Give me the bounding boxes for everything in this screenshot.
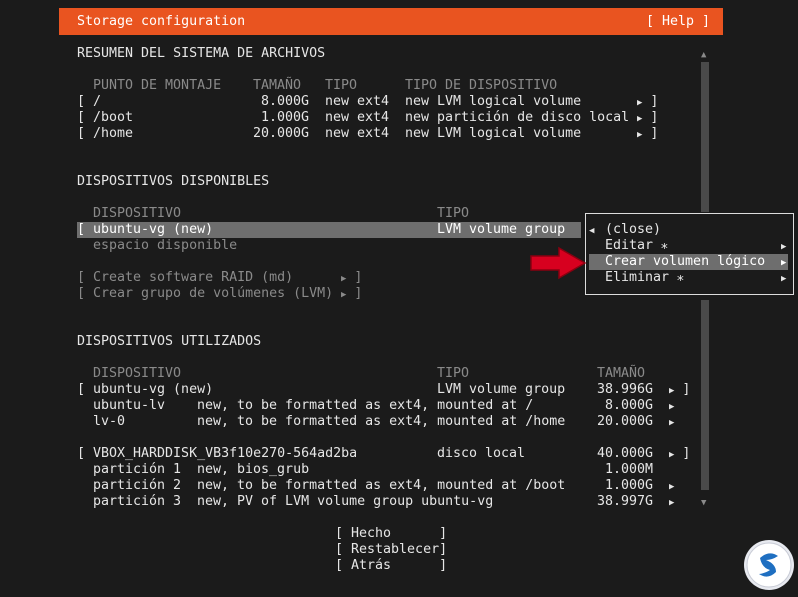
- arrow-right-icon: ▶: [781, 274, 787, 284]
- arrow-right-icon: ▶ ]: [341, 286, 363, 301]
- fs-device-type: new partición de disco local: [405, 110, 630, 125]
- used-device-name: VBOX_HARDDISK_VB3f10e270-564ad2ba: [93, 446, 358, 461]
- bracket-open: [: [77, 382, 86, 397]
- available-device-type: LVM volume group: [437, 222, 566, 237]
- done-label: Hecho: [351, 526, 392, 541]
- fs-type: new ext4: [325, 110, 390, 125]
- used-device-size: 40.000G: [597, 446, 654, 461]
- menu-item-label: (close): [605, 222, 662, 237]
- filesystem-summary-heading: RESUMEN DEL SISTEMA DE ARCHIVOS: [77, 46, 326, 61]
- row-action-arrow-icon[interactable]: ▶: [669, 414, 674, 430]
- row-action-arrow-icon[interactable]: ▶: [669, 398, 674, 414]
- menu-item-label: Crear volumen lógico: [605, 254, 766, 269]
- child-desc: new, to be formatted as ext4, mounted at…: [197, 414, 566, 429]
- row-action-arrow-icon[interactable]: ▶ ]: [637, 110, 658, 126]
- menu-item-label: Eliminar ⁎: [605, 270, 684, 285]
- used-device-name: ubuntu-vg (new): [93, 382, 214, 397]
- fs-size: 1.000G: [261, 110, 310, 125]
- done-button[interactable]: [ Hecho ]: [335, 526, 447, 542]
- installer-screen: Storage configuration [ Help ] RESUMEN D…: [0, 0, 798, 597]
- child-name: partición 1: [93, 462, 182, 477]
- row-action-arrow-icon[interactable]: ▶ ]: [637, 126, 658, 142]
- page-title: Storage configuration: [77, 14, 246, 29]
- child-desc: new, to be formatted as ext4, mounted at…: [197, 398, 534, 413]
- col-device: DISPOSITIVO: [93, 206, 182, 221]
- arrow-right-icon: ▶ ]: [341, 270, 363, 285]
- row-bracket-open: [: [77, 222, 86, 237]
- create-lvm-label: Crear grupo de volúmenes (LVM): [93, 286, 334, 301]
- logo-icon: [746, 542, 792, 588]
- left-arrow-icon: ◀: [589, 226, 595, 236]
- used-device-type: LVM volume group: [437, 382, 566, 397]
- menu-item-label: Editar ⁎: [605, 238, 668, 253]
- reset-button[interactable]: [ Restablecer]: [335, 542, 447, 558]
- col-device-type: TIPO DE DISPOSITIVO: [405, 78, 558, 93]
- child-desc: new, PV of LVM volume group ubuntu-vg: [197, 494, 494, 509]
- arrow-right-icon: ▶: [781, 242, 787, 252]
- child-size: 38.997G: [597, 494, 654, 509]
- used-devices-heading: DISPOSITIVOS UTILIZADOS: [77, 334, 262, 349]
- row-action-arrow-icon[interactable]: ▶ ]: [669, 382, 690, 398]
- child-desc: new, bios_grub: [197, 462, 310, 477]
- col-device: DISPOSITIVO: [93, 366, 182, 381]
- row-action-arrow-icon[interactable]: ▶: [669, 494, 674, 510]
- fs-type: new ext4: [325, 126, 390, 141]
- bracket-open: [: [77, 270, 86, 285]
- back-button[interactable]: [ Atrás ]: [335, 558, 447, 574]
- row-bracket-open: [: [77, 126, 86, 141]
- used-device-type: disco local: [437, 446, 526, 461]
- scrollbar-track-lower[interactable]: [701, 300, 709, 490]
- child-size: 20.000G: [597, 414, 654, 429]
- fs-mount: /boot: [93, 110, 134, 125]
- available-devices-heading: DISPOSITIVOS DISPONIBLES: [77, 174, 270, 189]
- bracket-open: [: [77, 446, 86, 461]
- col-type: TIPO: [437, 206, 470, 221]
- back-label: Atrás: [351, 558, 392, 573]
- child-name: partición 3: [93, 494, 182, 509]
- fs-size: 20.000G: [253, 126, 310, 141]
- help-button[interactable]: [ Help ]: [646, 14, 710, 30]
- child-name: partición 2: [93, 478, 182, 493]
- row-bracket-open: [: [77, 110, 86, 125]
- child-name: ubuntu-lv: [93, 398, 166, 413]
- child-name: lv-0: [93, 414, 126, 429]
- arrow-right-icon: ▶: [781, 258, 787, 268]
- reset-label: Restablecer: [351, 542, 440, 557]
- row-action-arrow-icon[interactable]: ▶ ]: [669, 446, 690, 462]
- col-mount-point: PUNTO DE MONTAJE: [93, 78, 222, 93]
- row-action-arrow-icon[interactable]: ▶: [669, 478, 674, 494]
- child-size: 1.000G: [605, 478, 654, 493]
- scroll-down-icon[interactable]: ▼: [701, 494, 706, 510]
- child-desc: new, to be formatted as ext4, mounted at…: [197, 478, 566, 493]
- used-device-size: 38.996G: [597, 382, 654, 397]
- scroll-up-icon[interactable]: ▲: [701, 46, 706, 62]
- scrollbar-track[interactable]: [701, 62, 709, 212]
- create-raid-label: Create software RAID (md): [93, 270, 294, 285]
- watermark-logo: [744, 540, 794, 590]
- col-size: TAMAÑO: [253, 78, 302, 93]
- fs-mount: /home: [93, 126, 134, 141]
- available-device-name: ubuntu-vg (new): [93, 222, 214, 237]
- child-size: 1.000M: [605, 462, 654, 477]
- fs-device-type: new LVM logical volume: [405, 126, 582, 141]
- col-type: TIPO: [325, 78, 358, 93]
- bracket-open: [: [77, 286, 86, 301]
- fs-mount: /: [93, 94, 102, 109]
- col-type: TIPO: [437, 366, 470, 381]
- col-size: TAMAÑO: [597, 366, 646, 381]
- fs-device-type: new LVM logical volume: [405, 94, 582, 109]
- fs-type: new ext4: [325, 94, 390, 109]
- fs-size: 8.000G: [261, 94, 310, 109]
- row-action-arrow-icon[interactable]: ▶ ]: [637, 94, 658, 110]
- free-space-label: espacio disponible: [93, 238, 238, 253]
- child-size: 8.000G: [605, 398, 654, 413]
- red-arrow-icon: [530, 246, 587, 280]
- row-bracket-open: [: [77, 94, 86, 109]
